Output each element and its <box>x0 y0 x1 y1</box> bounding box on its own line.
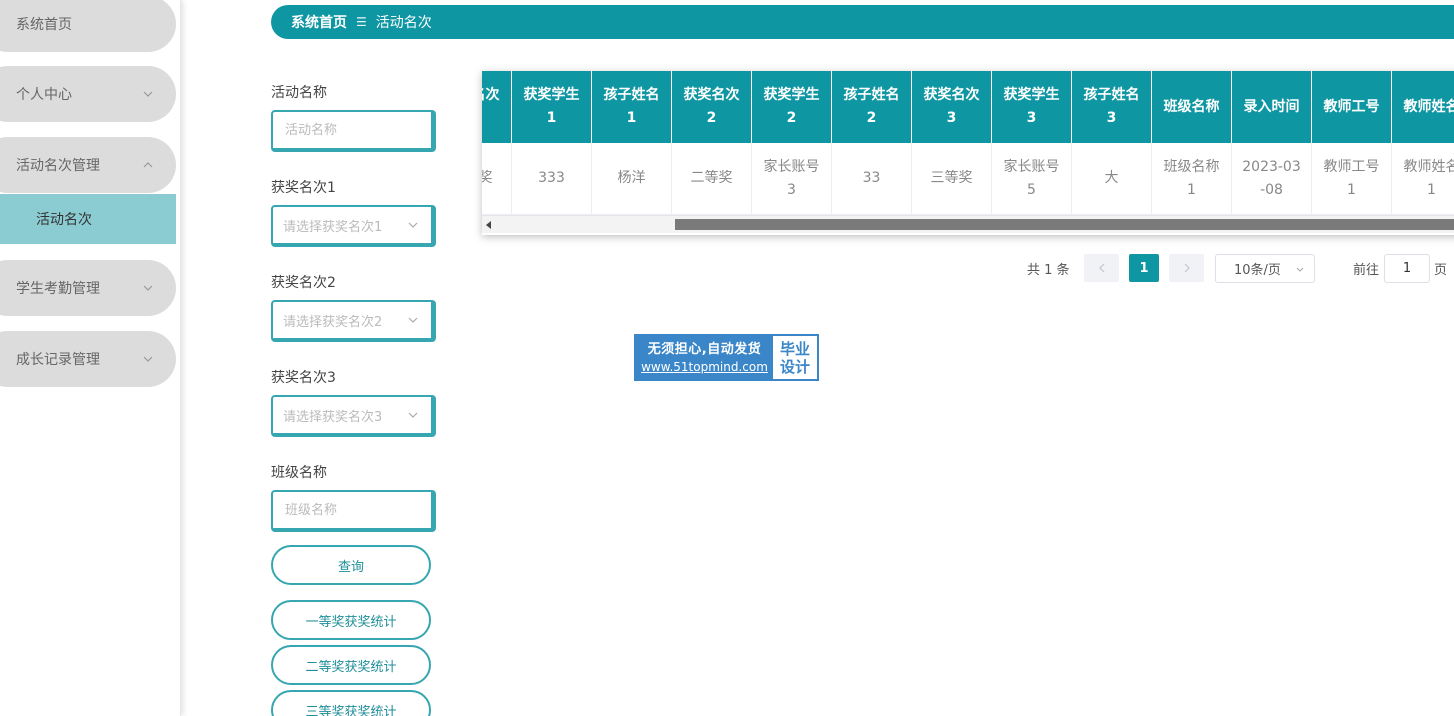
table-cell: 二等奖 <box>672 143 752 215</box>
breadcrumb-separator-icon: ☰ <box>356 15 367 29</box>
activity-name-label: 活动名称 <box>271 85 327 101</box>
col-header-teacher-id[interactable]: 教师工号 <box>1312 71 1392 143</box>
col-header-class[interactable]: 班级名称 <box>1152 71 1232 143</box>
pagination-prev-button[interactable] <box>1084 254 1119 282</box>
col-header-child2[interactable]: 孩子姓名 2 <box>832 71 912 143</box>
chevron-down-icon <box>407 219 419 231</box>
table-cell: 教师姓名 1 <box>1392 143 1454 215</box>
sidebar: 系统首页 个人中心 活动名次管理 活动名次 学生考勤管理 成长记录管理 <box>0 0 181 716</box>
table-cell: 33 <box>832 143 912 215</box>
horizontal-scrollbar[interactable] <box>482 215 1454 233</box>
page-size-value: 10条/页 <box>1234 263 1281 278</box>
sidebar-item-home[interactable]: 系统首页 <box>0 0 176 52</box>
chevron-down-icon <box>1295 264 1305 274</box>
prize1-placeholder: 请选择获奖名次1 <box>283 219 383 235</box>
class-name-input[interactable] <box>271 490 436 532</box>
breadcrumb-home[interactable]: 系统首页 <box>291 12 347 32</box>
sidebar-item-label: 系统首页 <box>16 17 72 33</box>
chevron-up-icon <box>142 159 154 171</box>
col-header-winner1[interactable]: 获奖学生 1 <box>512 71 592 143</box>
col-header-prize1[interactable]: 获奖名次 1 <box>482 71 512 143</box>
prize1-label: 获奖名次1 <box>271 180 336 196</box>
data-table: 获奖名次 1 获奖学生 1 孩子姓名 1 获奖名次 2 获奖学生 2 孩子姓名 … <box>482 71 1454 235</box>
chevron-down-icon <box>407 314 419 326</box>
table-cell: 三等奖 <box>912 143 992 215</box>
prize3-label: 获奖名次3 <box>271 370 336 386</box>
col-header-prize3[interactable]: 获奖名次 3 <box>912 71 992 143</box>
table-row[interactable]: 一等奖 333 杨洋 二等奖 家长账号 3 33 三等奖 家长账号 5 大 班级… <box>482 143 1454 215</box>
app-root: 系统首页 个人中心 活动名次管理 活动名次 学生考勤管理 成长记录管理 系统首页… <box>0 0 1454 716</box>
sidebar-item-personal-center[interactable]: 个人中心 <box>0 66 176 122</box>
query-button[interactable]: 查询 <box>271 545 431 585</box>
pagination-page-suffix: 页 <box>1434 263 1448 278</box>
prize3-select[interactable]: 请选择获奖名次3 <box>271 395 436 437</box>
sidebar-item-attendance-mgmt[interactable]: 学生考勤管理 <box>0 260 176 316</box>
prize2-placeholder: 请选择获奖名次2 <box>283 314 383 330</box>
table-cell: 一等奖 <box>482 143 512 215</box>
class-name-label: 班级名称 <box>271 465 327 481</box>
sidebar-subitem-label: 活动名次 <box>36 212 92 228</box>
pagination-goto-input[interactable] <box>1384 254 1430 283</box>
badge-left-panel: 无须担心,自动发货 www.51topmind.com <box>636 336 773 379</box>
sidebar-subitem-activity-rank[interactable]: 活动名次 <box>0 194 176 244</box>
pagination-goto-label: 前往 <box>1353 263 1380 278</box>
table-cell: 333 <box>512 143 592 215</box>
table-cell: 班级名称 1 <box>1152 143 1232 215</box>
table-cell: 教师工号 1 <box>1312 143 1392 215</box>
page-size-select[interactable]: 10条/页 <box>1215 254 1315 283</box>
breadcrumb: 系统首页 ☰ 活动名次 <box>271 5 1454 39</box>
table-cell: 杨洋 <box>592 143 672 215</box>
table-cell: 2023-03 -08 <box>1232 143 1312 215</box>
third-prize-stats-button[interactable]: 三等奖获奖统计 <box>271 690 431 716</box>
badge-right-panel: 毕业 设计 <box>773 336 817 379</box>
scrollbar-thumb[interactable] <box>675 219 1454 230</box>
prize3-placeholder: 请选择获奖名次3 <box>283 409 383 425</box>
chevron-down-icon <box>142 88 154 100</box>
pagination-next-button[interactable] <box>1169 254 1204 282</box>
badge-word-2: 设计 <box>779 357 810 376</box>
col-header-child1[interactable]: 孩子姓名 1 <box>592 71 672 143</box>
table-body: 获奖名次 1 获奖学生 1 孩子姓名 1 获奖名次 2 获奖学生 2 孩子姓名 … <box>482 71 1454 215</box>
col-header-winner3[interactable]: 获奖学生 3 <box>992 71 1072 143</box>
first-prize-stats-button[interactable]: 一等奖获奖统计 <box>271 600 431 640</box>
sidebar-item-label: 个人中心 <box>16 87 72 103</box>
chevron-down-icon <box>142 282 154 294</box>
prize2-select[interactable]: 请选择获奖名次2 <box>271 300 436 342</box>
table-cell: 家长账号 3 <box>752 143 832 215</box>
prize2-label: 获奖名次2 <box>271 275 336 291</box>
activity-name-input[interactable] <box>271 110 436 152</box>
watermark-badge: 无须担心,自动发货 www.51topmind.com 毕业 设计 <box>634 334 819 381</box>
chevron-down-icon <box>142 353 154 365</box>
sidebar-item-label: 活动名次管理 <box>16 158 100 174</box>
sidebar-item-activity-rank-mgmt[interactable]: 活动名次管理 <box>0 137 176 193</box>
col-header-winner2[interactable]: 获奖学生 2 <box>752 71 832 143</box>
col-header-entry-time[interactable]: 录入时间 <box>1232 71 1312 143</box>
table-cell: 大 <box>1072 143 1152 215</box>
breadcrumb-current: 活动名次 <box>375 15 432 31</box>
badge-word-1: 毕业 <box>779 339 810 358</box>
chevron-down-icon <box>407 409 419 421</box>
second-prize-stats-button[interactable]: 二等奖获奖统计 <box>271 645 431 685</box>
table-cell: 家长账号 5 <box>992 143 1072 215</box>
badge-url: www.51topmind.com <box>641 359 768 374</box>
sidebar-item-label: 学生考勤管理 <box>16 281 100 297</box>
col-header-child3[interactable]: 孩子姓名 3 <box>1072 71 1152 143</box>
pagination-total: 共 1 条 <box>1027 263 1070 278</box>
pagination-page-1[interactable]: 1 <box>1129 254 1159 282</box>
table-header-row: 获奖名次 1 获奖学生 1 孩子姓名 1 获奖名次 2 获奖学生 2 孩子姓名 … <box>482 71 1454 143</box>
prize1-select[interactable]: 请选择获奖名次1 <box>271 205 436 247</box>
badge-slogan: 无须担心,自动发货 <box>647 341 762 357</box>
col-header-teacher-name[interactable]: 教师姓名 <box>1392 71 1454 143</box>
sidebar-item-label: 成长记录管理 <box>16 352 100 368</box>
scroll-left-arrow-icon[interactable] <box>486 221 491 229</box>
chevron-left-icon <box>1098 263 1104 273</box>
sidebar-item-growth-record-mgmt[interactable]: 成长记录管理 <box>0 331 176 387</box>
col-header-prize2[interactable]: 获奖名次 2 <box>672 71 752 143</box>
chevron-right-icon <box>1184 263 1190 273</box>
